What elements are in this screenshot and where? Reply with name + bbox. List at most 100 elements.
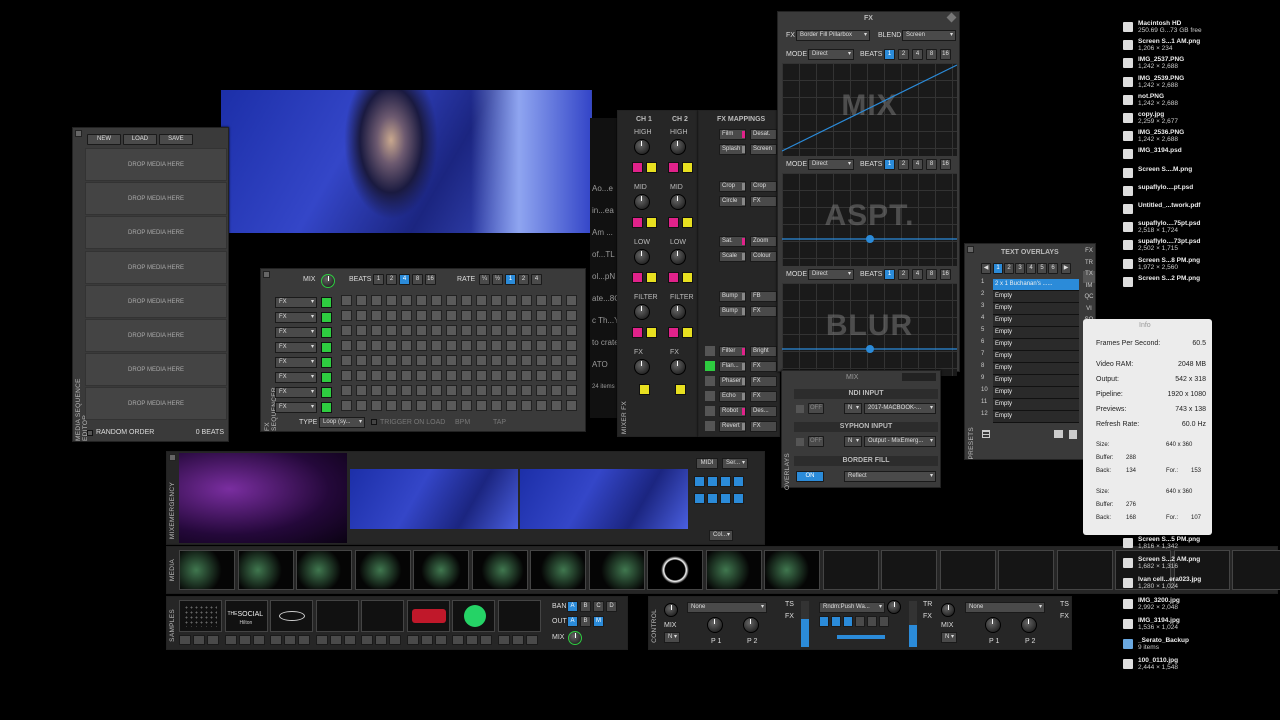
seq-rate-1[interactable]: ½ [492,274,503,285]
seq-step[interactable] [566,340,577,351]
ban-d-button[interactable]: D [606,601,617,612]
seq-step[interactable] [461,385,472,396]
seq-step[interactable] [446,355,457,366]
p2-knob[interactable] [743,617,759,633]
syphon-off-toggle[interactable]: OFF [808,436,824,447]
fx-map-toggle[interactable] [705,406,715,416]
seq-step[interactable] [461,325,472,336]
fx-map-toggle[interactable] [705,361,715,371]
sample-slot[interactable] [406,600,450,632]
file-icon[interactable] [1123,40,1133,51]
seq-step[interactable] [476,295,487,306]
seq-step[interactable] [416,370,427,381]
edit-icon[interactable] [466,635,478,645]
file-icon[interactable] [1123,94,1133,105]
seq-step[interactable] [401,295,412,306]
sample-slot[interactable]: THE SOCIAL Hilton [224,600,268,632]
fx-map-b[interactable]: FX [750,391,777,402]
fx-map-toggle[interactable] [705,376,715,386]
seq-fx-select[interactable]: FX [275,297,317,308]
desktop-file[interactable]: IMG_2539.PNG 1,242 × 2,688 [1138,75,1184,89]
seq-step[interactable] [491,340,502,351]
eject-icon[interactable] [270,635,282,645]
seq-step[interactable] [491,310,502,321]
graph-beats-16[interactable]: 16 [940,269,951,280]
graph-beats-8[interactable]: 8 [926,49,937,60]
seq-step[interactable] [371,370,382,381]
desktop-file[interactable]: supaflylo....73pt.psd 2,502 × 1,715 [1138,238,1200,252]
seq-step[interactable] [446,370,457,381]
seq-step[interactable] [476,400,487,411]
seq-step[interactable] [566,310,577,321]
next-page-button[interactable]: ▶ [1061,263,1071,274]
seq-row-enable[interactable] [321,327,332,338]
text-overlay-page-3[interactable]: 3 [1015,263,1025,274]
seq-row-enable[interactable] [321,372,332,383]
seq-step[interactable] [506,310,517,321]
ban-b-button[interactable]: B [580,601,591,612]
p2-knob-2[interactable] [1021,617,1037,633]
seq-step[interactable] [341,385,352,396]
mixer-kill-button[interactable] [668,217,679,228]
seq-step[interactable] [506,400,517,411]
fader-right[interactable] [909,601,917,647]
seq-step[interactable] [446,325,457,336]
file-icon[interactable] [1123,185,1133,196]
seq-step[interactable] [371,400,382,411]
seq-step[interactable] [521,310,532,321]
mode-select[interactable]: Direct [808,49,854,60]
seq-step[interactable] [356,325,367,336]
seq-step[interactable] [446,400,457,411]
graph-beats-1[interactable]: 1 [884,269,895,280]
file-icon[interactable] [1123,131,1133,142]
desktop-file[interactable]: Macintosh HD 250.69 G...73 GB free [1138,20,1202,34]
mixer-fx-knob[interactable] [634,359,650,375]
text-overlay-slot[interactable]: Empty [993,291,1079,303]
seq-step[interactable] [431,325,442,336]
graph-beats-16[interactable]: 16 [940,49,951,60]
seq-step[interactable] [491,295,502,306]
file-icon[interactable] [1123,639,1133,649]
close-icon[interactable] [967,246,974,253]
seq-step[interactable] [386,385,397,396]
seq-row-enable[interactable] [321,312,332,323]
ban-a-button[interactable]: A [567,601,578,612]
desktop-file[interactable]: Screen S....M.png [1138,166,1192,173]
eject-icon[interactable] [497,635,510,645]
file-icon[interactable] [1123,538,1133,548]
seq-step[interactable] [521,385,532,396]
seq-step[interactable] [491,325,502,336]
mixer-kill-button[interactable] [668,327,679,338]
mixer-kill-button[interactable] [632,162,643,173]
media-thumbnail[interactable] [588,550,645,590]
seq-step[interactable] [431,310,442,321]
mixer-kill-button[interactable] [668,272,679,283]
seq-step[interactable] [356,385,367,396]
text-overlay-page-6[interactable]: 6 [1048,263,1058,274]
seq-step[interactable] [506,340,517,351]
pin-icon[interactable] [946,12,957,23]
sample-slot[interactable] [452,600,495,632]
mixer-kill-button[interactable] [646,272,657,283]
seq-fx-select[interactable]: FX [275,402,317,413]
seq-step[interactable] [341,400,352,411]
fx-map-b[interactable]: FX [750,421,777,432]
seq-step[interactable] [536,325,547,336]
trash-icon[interactable] [1069,430,1077,439]
mixer-high-knob[interactable] [670,139,686,155]
seq-step[interactable] [476,370,487,381]
file-icon[interactable] [1123,578,1133,589]
play-icon[interactable] [298,635,310,645]
text-overlay-slot[interactable]: Empty [993,339,1079,351]
fx-map-b[interactable]: Desat. [750,129,777,140]
graph-beats-4[interactable]: 4 [912,159,923,170]
mixer-kill-button[interactable] [632,217,643,228]
seq-step[interactable] [461,340,472,351]
desktop-file[interactable]: Screen S...2 AM.png 1,682 × 1,316 [1138,556,1200,570]
seq-step[interactable] [371,340,382,351]
grid-icon[interactable] [707,476,718,487]
seq-step[interactable] [521,370,532,381]
control-none-select-2[interactable]: None [965,602,1045,613]
new-button[interactable]: NEW [87,134,121,145]
mix-graph[interactable]: MIX [782,63,957,156]
